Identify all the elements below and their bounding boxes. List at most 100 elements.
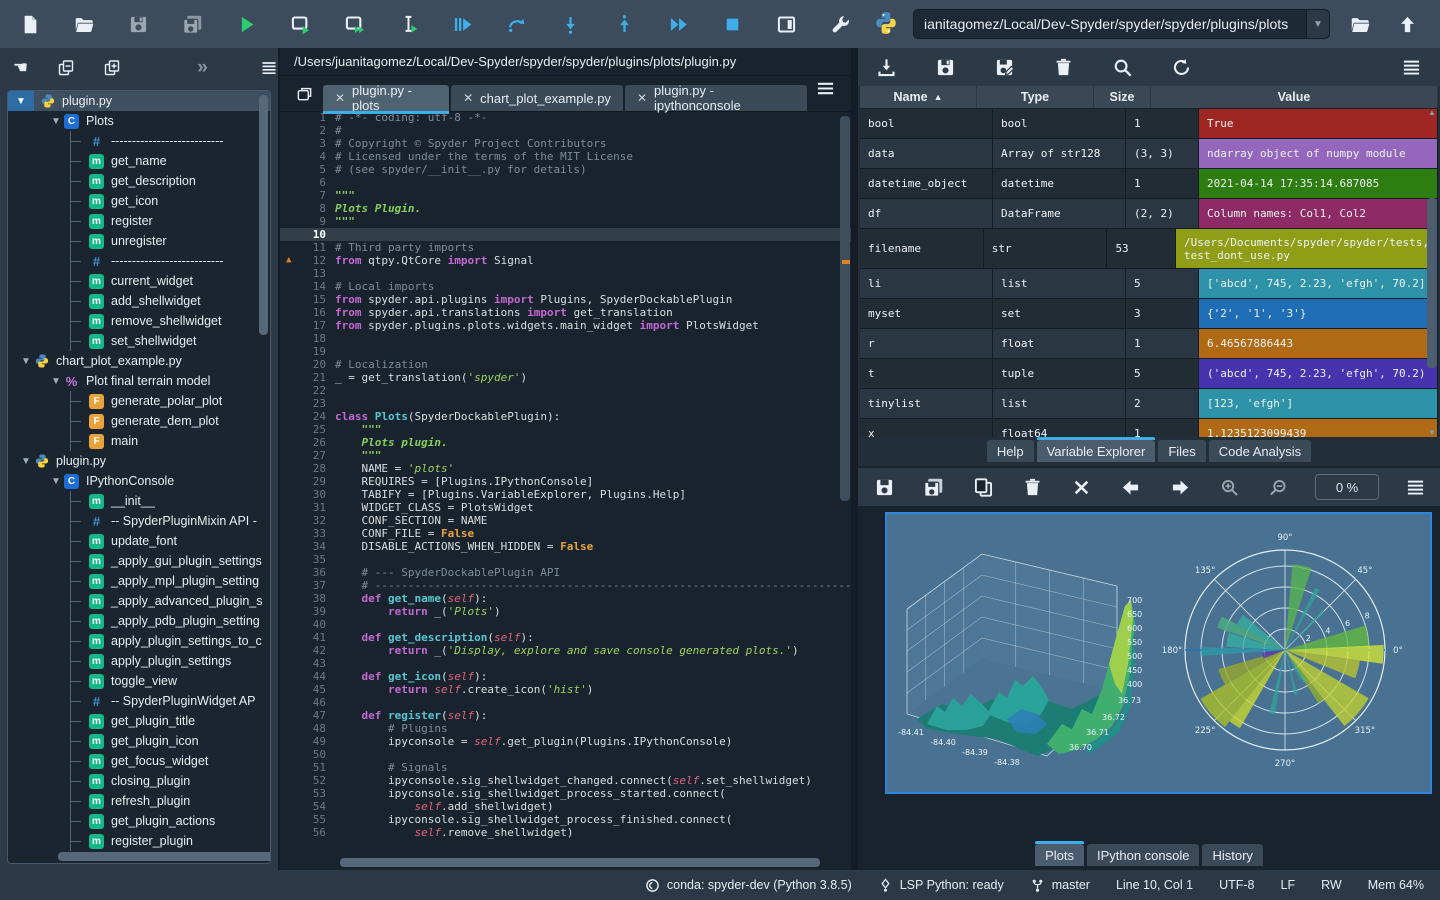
- browse-directory-button[interactable]: [1344, 8, 1377, 41]
- maximize-pane-button[interactable]: [770, 8, 803, 41]
- tab-ipython-console[interactable]: IPython console: [1087, 844, 1200, 866]
- splitter-right[interactable]: [851, 48, 858, 870]
- line-number[interactable]: 53: [280, 787, 335, 800]
- editor-horizontal-scrollbar[interactable]: [330, 858, 835, 867]
- code-line-40[interactable]: 40: [280, 618, 851, 631]
- code-line-56[interactable]: 56 self.remove_shellwidget): [280, 826, 851, 839]
- line-number[interactable]: 49: [280, 735, 335, 748]
- code-line-18[interactable]: 18: [280, 332, 851, 345]
- code-line-34[interactable]: 34 DISABLE_ACTIONS_WHEN_HIDDEN = False: [280, 540, 851, 553]
- outline-vertical-scrollbar[interactable]: [259, 95, 268, 845]
- code-line-28[interactable]: 28 NAME = 'plots': [280, 462, 851, 475]
- cell-size[interactable]: 1: [1126, 169, 1199, 198]
- line-number[interactable]: 40: [280, 618, 335, 631]
- editor-tab-plugin-py-plots[interactable]: ✕plugin.py - plots: [323, 85, 449, 111]
- tab-files[interactable]: Files: [1158, 440, 1205, 462]
- outline-item-get_name[interactable]: mget_name: [8, 151, 270, 171]
- cell-value[interactable]: 1.1235123099439: [1199, 419, 1438, 437]
- code-line-8[interactable]: 8Plots Plugin.: [280, 202, 851, 215]
- code-line-24[interactable]: 24class Plots(SpyderDockablePlugin):: [280, 410, 851, 423]
- line-number[interactable]: 13: [280, 267, 335, 280]
- code-line-53[interactable]: 53 ipyconsole.sig_shellwidget_process_st…: [280, 787, 851, 800]
- run-cell-button[interactable]: [284, 8, 317, 41]
- cell-type[interactable]: str: [984, 229, 1108, 268]
- line-number[interactable]: 18: [280, 332, 335, 345]
- column-header-value[interactable]: Value: [1151, 86, 1438, 108]
- tab-code-analysis[interactable]: Code Analysis: [1209, 440, 1311, 462]
- cell-type[interactable]: datetime: [993, 169, 1126, 198]
- variable-row-bool[interactable]: boolbool1True: [860, 109, 1438, 139]
- code-line-19[interactable]: 19: [280, 345, 851, 358]
- cell-type[interactable]: float64: [993, 419, 1126, 437]
- cell-value[interactable]: ('abcd', 745, 2.23, 'efgh', 70.2): [1199, 359, 1438, 388]
- outline-item-plot-final-terrain-model[interactable]: ▼%Plot final terrain model: [8, 371, 270, 391]
- more-toolbar-button[interactable]: »: [193, 55, 210, 81]
- code-line-38[interactable]: 38 def get_name(self):: [280, 592, 851, 605]
- code-line-9[interactable]: 9""": [280, 215, 851, 228]
- open-file-button[interactable]: [68, 8, 101, 41]
- cell-name[interactable]: x: [860, 419, 993, 437]
- line-number[interactable]: 1: [280, 111, 335, 124]
- column-header-type[interactable]: Type: [977, 86, 1094, 108]
- code-line-32[interactable]: 32 CONF_SECTION = NAME: [280, 514, 851, 527]
- code-line-22[interactable]: 22: [280, 384, 851, 397]
- outline-item-refresh_plugin[interactable]: mrefresh_plugin: [8, 791, 270, 811]
- line-number[interactable]: 28: [280, 462, 335, 475]
- code-line-47[interactable]: 47 def register(self):: [280, 709, 851, 722]
- status-utf-8[interactable]: UTF-8: [1219, 878, 1254, 892]
- outline-item-_apply_gui_plugin_settings[interactable]: m_apply_gui_plugin_settings: [8, 551, 270, 571]
- cell-size[interactable]: 1: [1126, 109, 1199, 138]
- outline-item-set_shellwidget[interactable]: mset_shellwidget: [8, 331, 270, 351]
- tab-plots[interactable]: Plots: [1035, 844, 1084, 866]
- debug-stop-button[interactable]: [716, 8, 749, 41]
- working-directory-combobox[interactable]: ianitagomez/Local/Dev-Spyder/spyder/spyd…: [913, 9, 1330, 39]
- cell-size[interactable]: 2: [1126, 389, 1199, 418]
- tab-help[interactable]: Help: [987, 440, 1034, 462]
- remove-variable-button[interactable]: [1047, 51, 1080, 84]
- outline-item-ipythonconsole[interactable]: ▼CIPythonConsole: [8, 471, 270, 491]
- close-icon[interactable]: ✕: [463, 91, 473, 105]
- code-line-45[interactable]: 45 return self.create_icon('hist'): [280, 683, 851, 696]
- collapse-all-button[interactable]: [57, 55, 75, 81]
- line-number[interactable]: 8: [280, 202, 335, 215]
- outline-item--[interactable]: #---------------------------: [8, 251, 270, 271]
- previous-plot-button[interactable]: [1118, 471, 1143, 504]
- variable-row-li[interactable]: lilist5['abcd', 745, 2.23, 'efgh', 70.2]: [860, 269, 1438, 299]
- line-number[interactable]: 10: [280, 228, 335, 241]
- zoom-in-button[interactable]: [1217, 471, 1242, 504]
- code-line-5[interactable]: 5# (see spyder/__init__.py for details): [280, 163, 851, 176]
- debug-step-over-button[interactable]: [500, 8, 533, 41]
- code-line-41[interactable]: 41 def get_description(self):: [280, 631, 851, 644]
- outline-item-plugin-py[interactable]: ▼plugin.py: [8, 451, 270, 471]
- cell-value[interactable]: True: [1199, 109, 1438, 138]
- line-number[interactable]: 2: [280, 124, 335, 137]
- cell-value[interactable]: {'2', '1', '3'}: [1199, 299, 1438, 328]
- code-line-31[interactable]: 31 WIDGET_CLASS = PlotsWidget: [280, 501, 851, 514]
- save-all-plots-button[interactable]: [921, 471, 946, 504]
- outline-item-_apply_advanced_plugin_s[interactable]: m_apply_advanced_plugin_s: [8, 591, 270, 611]
- outline-item-_apply_mpl_plugin_setting[interactable]: m_apply_mpl_plugin_setting: [8, 571, 270, 591]
- code-line-4[interactable]: 4# Licensed under the terms of the MIT L…: [280, 150, 851, 163]
- debug-step-into-button[interactable]: [554, 8, 587, 41]
- outline-item-_apply_pdb_plugin_setting[interactable]: m_apply_pdb_plugin_setting: [8, 611, 270, 631]
- code-line-43[interactable]: 43: [280, 657, 851, 670]
- parent-directory-button[interactable]: [1391, 8, 1424, 41]
- cell-name[interactable]: filename: [860, 229, 984, 268]
- code-line-36[interactable]: 36 # --- SpyderDockablePlugin API: [280, 566, 851, 579]
- run-cell-advance-button[interactable]: [338, 8, 371, 41]
- code-line-39[interactable]: 39 return _('Plots'): [280, 605, 851, 618]
- variable-row-x[interactable]: xfloat6411.1235123099439: [860, 419, 1438, 437]
- editor-tab-chart_plot_example-py[interactable]: ✕chart_plot_example.py: [451, 85, 623, 111]
- cell-type[interactable]: DataFrame: [993, 199, 1126, 228]
- chevron-down-icon[interactable]: ▼: [48, 376, 64, 387]
- editor-tab-plugin-py-ipythonconsole[interactable]: ✕plugin.py - ipythonconsole: [625, 85, 807, 111]
- variable-row-myset[interactable]: mysetset3{'2', '1', '3'}: [860, 299, 1438, 329]
- status-line[interactable]: Line 10, Col 1: [1116, 878, 1193, 892]
- line-number[interactable]: 54: [280, 800, 335, 813]
- splitter-left[interactable]: [278, 48, 280, 870]
- outline-item-unregister[interactable]: munregister: [8, 231, 270, 251]
- cell-value[interactable]: Column names: Col1, Col2: [1199, 199, 1438, 228]
- cell-type[interactable]: set: [993, 299, 1126, 328]
- outline-item-add_shellwidget[interactable]: madd_shellwidget: [8, 291, 270, 311]
- code-line-37[interactable]: 37 # -----------------------------------…: [280, 579, 851, 592]
